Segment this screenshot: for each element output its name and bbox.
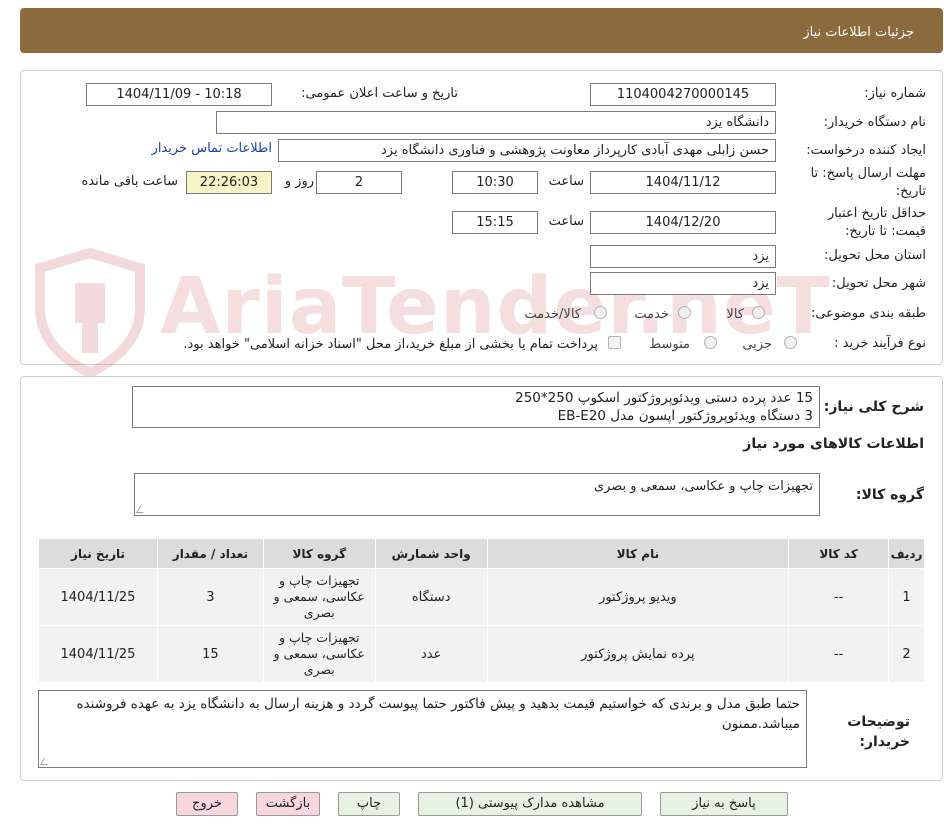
- validity-time-field: 15:15: [452, 211, 538, 234]
- cell-unit: دستگاه: [374, 568, 488, 626]
- category-option-service: خدمت: [634, 307, 669, 322]
- need-number-field: 1104004270000145: [590, 83, 776, 106]
- table-row: 1 -- ویدیو پروژکتور دستگاه تجهیزات چاپ و…: [38, 568, 925, 626]
- goods-group-textarea[interactable]: تجهیزات چاپ و عکاسی، سمعی و بصری: [134, 473, 820, 516]
- category-radio-goods[interactable]: [752, 306, 765, 319]
- deadline-time-field: 10:30: [452, 171, 538, 194]
- remaining-time-field: 22:26:03: [186, 171, 272, 194]
- announce-label: تاریخ و ساعت اعلان عمومی:: [301, 86, 458, 101]
- treasury-payment-note: پرداخت تمام یا بخشی از مبلغ خرید،از محل …: [183, 337, 598, 352]
- col-header-row: ردیف: [888, 538, 925, 569]
- validity-date-field: 1404/12/20: [590, 211, 776, 234]
- page-title: جزئیات اطلاعات نیاز: [803, 25, 914, 40]
- summary-label: شرح کلی نیاز:: [823, 399, 924, 415]
- col-header-code: کد کالا: [788, 538, 890, 569]
- summary-textarea[interactable]: 15 عدد پرده دستی ویدئوپروژکتور اسکوپ 250…: [132, 386, 820, 428]
- days-label: روز و: [284, 174, 314, 189]
- requester-field: حسن زابلی مهدی آبادی کارپرداز معاونت پژو…: [278, 139, 776, 162]
- print-button[interactable]: چاپ: [338, 792, 400, 816]
- col-header-group: گروه کالا: [262, 538, 376, 569]
- cell-quantity: 15: [156, 625, 264, 683]
- col-header-quantity: تعداد / مقدار: [156, 538, 264, 569]
- table-row: 2 -- پرده نمایش پروژکتور عدد تجهیزات چاپ…: [38, 625, 925, 683]
- province-label: استان محل تحویل:: [824, 248, 926, 263]
- deadline-time-label: ساعت: [548, 174, 584, 189]
- cell-name: پرده نمایش پروژکتور: [486, 625, 790, 683]
- cell-group: تجهیزات چاپ و عکاسی، سمعی و بصری: [262, 625, 376, 683]
- col-header-name: نام کالا: [486, 538, 790, 569]
- category-label: طبقه بندی موضوعی:: [810, 306, 926, 321]
- resize-handle-icon[interactable]: [135, 506, 148, 513]
- cell-row: 2: [888, 625, 925, 683]
- goods-table: ردیف کد کالا نام کالا واحد شمارش گروه کا…: [38, 538, 925, 683]
- exit-button[interactable]: خروج: [176, 792, 238, 816]
- buyer-notes-label: توضیحات خریدار:: [847, 714, 910, 750]
- col-header-unit: واحد شمارش: [374, 538, 488, 569]
- buyer-contact-link[interactable]: اطلاعات تماس خریدار: [152, 141, 272, 156]
- remaining-days-field: 2: [316, 171, 402, 194]
- city-label: شهر محل تحویل:: [831, 276, 926, 291]
- cell-group: تجهیزات چاپ و عکاسی، سمعی و بصری: [262, 568, 376, 626]
- category-option-goods-service: کالا/خدمت: [524, 307, 581, 322]
- category-radio-goods-service[interactable]: [594, 306, 607, 319]
- summary-line-2: 3 دستگاه ویدئوپروژکتور اپسون مدل EB-E20: [557, 408, 813, 424]
- goods-section-title: اطلاعات کالاهای مورد نیاز: [743, 436, 924, 452]
- process-option-minor: جزیی: [742, 337, 772, 352]
- city-field: یزد: [590, 272, 776, 295]
- buyer-org-field: دانشگاه یزد: [216, 111, 776, 134]
- remaining-label: ساعت باقی مانده: [81, 174, 178, 189]
- cell-name: ویدیو پروژکتور: [486, 568, 790, 626]
- cell-row: 1: [888, 568, 925, 626]
- view-attachments-button[interactable]: مشاهده مدارک پیوستی (1): [418, 792, 642, 816]
- deadline-date-field: 1404/11/12: [590, 171, 776, 194]
- resize-handle-icon[interactable]: [39, 758, 52, 765]
- reply-button[interactable]: پاسخ به نیاز: [660, 792, 788, 816]
- process-option-medium: متوسط: [649, 337, 690, 352]
- col-header-date: تاریخ نیاز: [38, 538, 158, 569]
- deadline-label: مهلت ارسال پاسخ: تا تاریخ:: [810, 166, 926, 199]
- goods-table-header: ردیف کد کالا نام کالا واحد شمارش گروه کا…: [38, 538, 925, 569]
- cell-code: --: [788, 568, 890, 626]
- treasury-payment-checkbox[interactable]: [608, 336, 621, 349]
- summary-line-1: 15 عدد پرده دستی ویدئوپروژکتور اسکوپ 250…: [515, 390, 813, 406]
- buyer-notes-text: حتما طبق مدل و برندی که خواستیم قیمت بده…: [76, 696, 800, 732]
- goods-group-label: گروه کالا:: [855, 487, 924, 503]
- cell-quantity: 3: [156, 568, 264, 626]
- buyer-notes-textarea[interactable]: حتما طبق مدل و برندی که خواستیم قیمت بده…: [38, 690, 807, 768]
- cell-code: --: [788, 625, 890, 683]
- requester-label: ایجاد کننده درخواست:: [806, 143, 926, 158]
- process-radio-minor[interactable]: [784, 336, 797, 349]
- announce-field: 1404/11/09 - 10:18: [86, 83, 272, 106]
- back-button[interactable]: بازگشت: [256, 792, 320, 816]
- validity-time-label: ساعت: [548, 214, 584, 229]
- validity-label: حداقل تاریخ اعتبار قیمت: تا تاریخ:: [827, 206, 926, 239]
- process-radio-medium[interactable]: [704, 336, 717, 349]
- goods-group-value: تجهیزات چاپ و عکاسی، سمعی و بصری: [593, 479, 813, 494]
- category-option-goods: کالا: [726, 307, 744, 322]
- process-label: نوع فرآیند خرید :: [834, 336, 926, 351]
- buyer-org-label: نام دستگاه خریدار:: [823, 115, 926, 130]
- province-field: یزد: [590, 245, 776, 268]
- need-number-label: شماره نیاز:: [864, 86, 926, 101]
- cell-unit: عدد: [374, 625, 488, 683]
- category-radio-service[interactable]: [678, 306, 691, 319]
- cell-date: 1404/11/25: [38, 625, 158, 683]
- cell-date: 1404/11/25: [38, 568, 158, 626]
